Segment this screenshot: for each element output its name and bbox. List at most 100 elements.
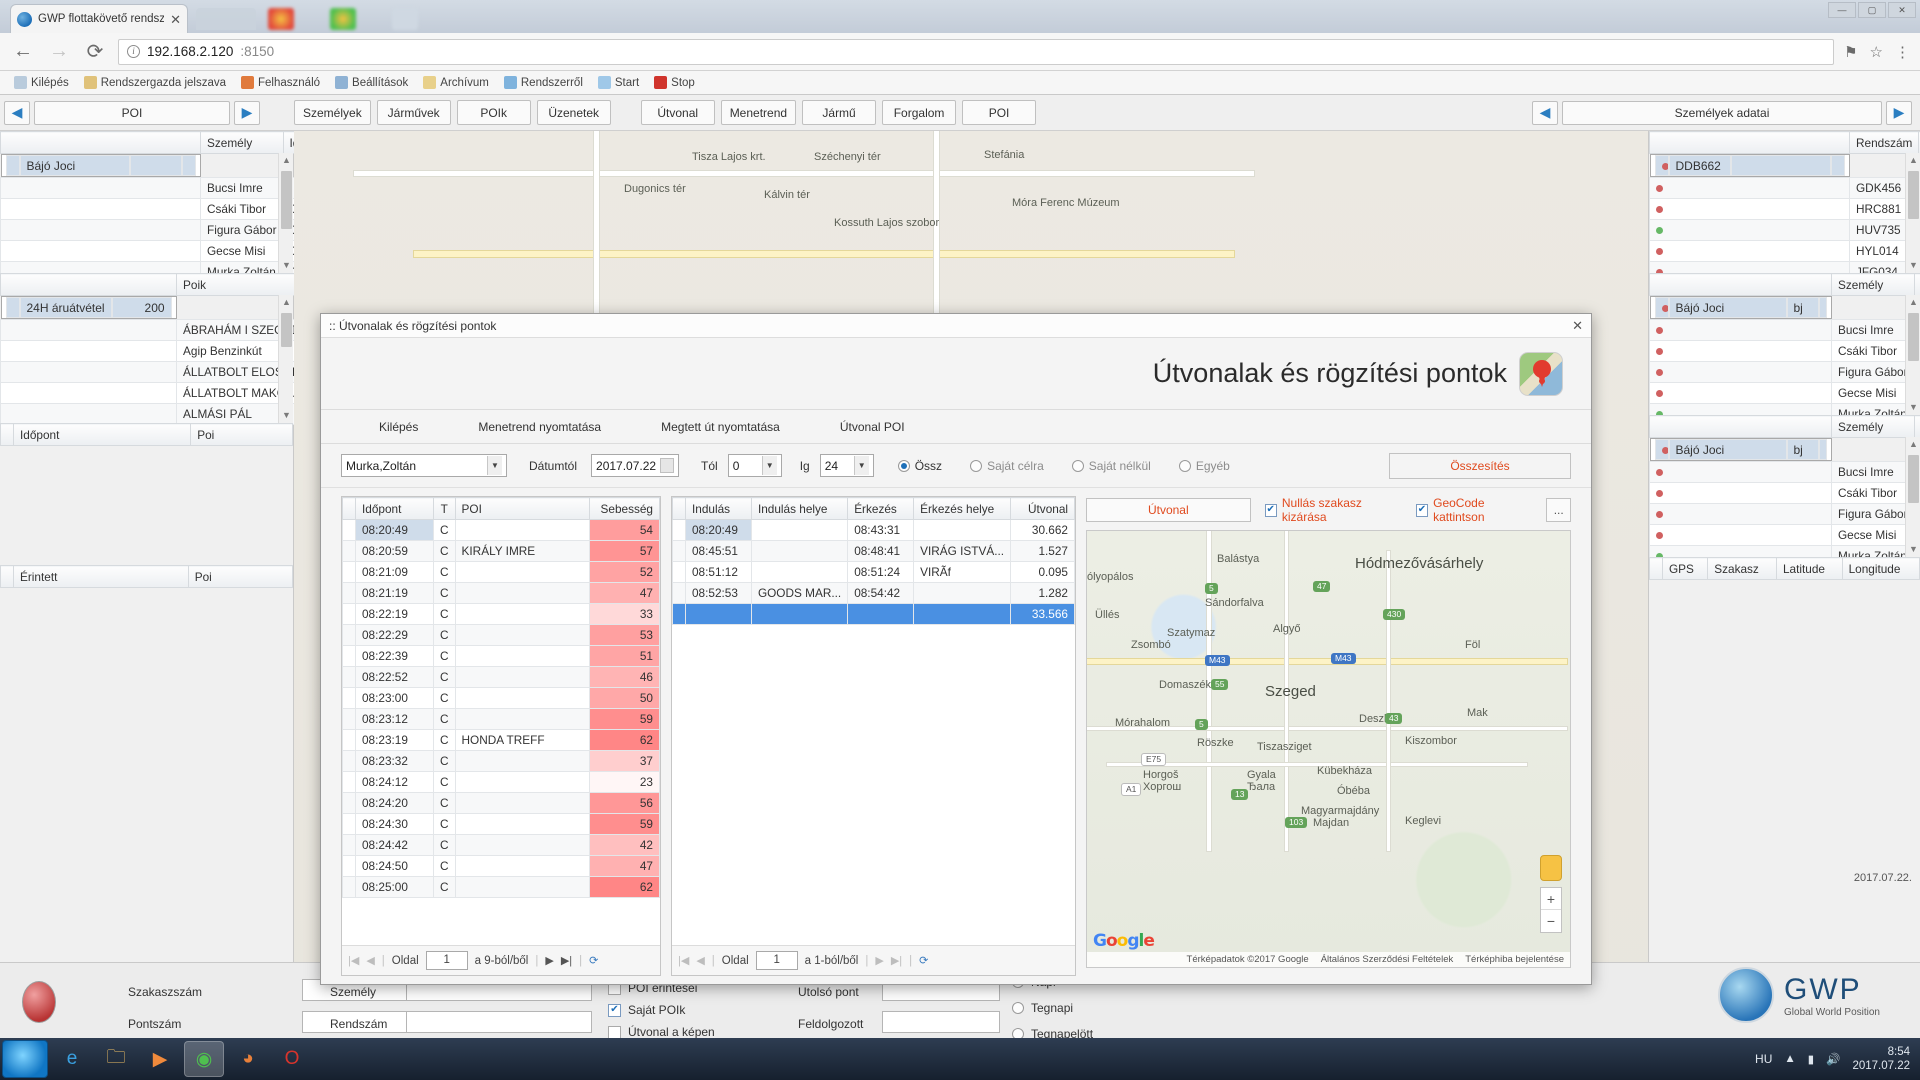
last-page-icon[interactable]: ▶| bbox=[891, 954, 902, 967]
column-header-id-pont[interactable]: Időpont bbox=[355, 497, 434, 520]
table-row[interactable]: 08:52:53 GOODS MAR... 08:54:42 1.282 bbox=[672, 582, 1075, 604]
persons-top-scrollbar[interactable]: ▲ ▼ bbox=[1905, 295, 1920, 415]
scroll-down-icon[interactable]: ▼ bbox=[279, 408, 294, 423]
checkbox-icon[interactable]: ✔ bbox=[1415, 503, 1429, 517]
radio-icon[interactable] bbox=[897, 459, 910, 472]
bookmark-5[interactable]: Rendszerről bbox=[498, 74, 589, 91]
column-header-sebess-g[interactable]: Sebesség bbox=[589, 497, 660, 520]
toolbar-button-j-rm-[interactable]: Jármű bbox=[802, 100, 877, 125]
start-button[interactable] bbox=[2, 1040, 48, 1078]
page-input[interactable]: 1 bbox=[425, 951, 468, 970]
table-row[interactable]: 08:21:09 C 52 bbox=[342, 561, 660, 583]
taskbar-media-player-icon[interactable]: ▶ bbox=[140, 1041, 180, 1077]
scroll-up-icon[interactable]: ▲ bbox=[1906, 153, 1920, 168]
column-header-gps[interactable]: GPS bbox=[1661, 557, 1709, 580]
more-options-button[interactable]: ... bbox=[1546, 498, 1571, 522]
first-page-icon[interactable]: |◀ bbox=[348, 954, 359, 967]
taskbar-chrome-icon[interactable]: ◉ bbox=[184, 1041, 224, 1077]
table-row[interactable]: HUV735PEUGEOT PART...Szatmári Zita bbox=[1649, 219, 1920, 241]
scroll-up-icon[interactable]: ▲ bbox=[1906, 295, 1920, 310]
route-map[interactable]: Balástya Hódmezővásárhely Sándorfalva Szaty… bbox=[1086, 530, 1571, 968]
right-panel-next-button[interactable]: ▶ bbox=[1886, 100, 1912, 125]
table-row[interactable]: 08:22:19 C 33 bbox=[342, 603, 660, 625]
vehicles-scrollbar[interactable]: ▲ ▼ bbox=[1905, 153, 1920, 273]
dialog-menu-item-0[interactable]: Kilépés bbox=[379, 420, 418, 434]
next-page-icon[interactable]: ▶ bbox=[545, 954, 553, 967]
scroll-thumb[interactable] bbox=[1908, 313, 1919, 361]
flag-icon[interactable]: ⚑ bbox=[1844, 43, 1857, 61]
table-row[interactable]: 08:20:49 08:43:31 30.662 bbox=[672, 519, 1075, 541]
column-header-k-d[interactable]: Kód bbox=[1913, 273, 1920, 296]
column-header-szem-ly[interactable]: Személy bbox=[200, 131, 284, 154]
toolbar-button-menetrend[interactable]: Menetrend bbox=[720, 100, 797, 125]
pois-scrollbar[interactable]: ▲ ▼ bbox=[278, 295, 293, 423]
route-map-zoom-controls[interactable]: + − bbox=[1540, 887, 1562, 933]
radio-icon[interactable] bbox=[1071, 459, 1084, 472]
bookmark-1[interactable]: Rendszergazda jelszava bbox=[78, 74, 232, 91]
table-row[interactable]: Gecse Misigm bbox=[1649, 524, 1920, 546]
scroll-down-icon[interactable]: ▼ bbox=[1906, 400, 1920, 415]
map-report-link[interactable]: Térképhiba bejelentése bbox=[1465, 954, 1564, 965]
window-close-button[interactable]: ✕ bbox=[1888, 2, 1916, 18]
table-row[interactable]: 08:23:12 C 59 bbox=[342, 708, 660, 730]
table-row[interactable]: Bájó Joci bbox=[0, 154, 201, 177]
scroll-up-icon[interactable]: ▲ bbox=[1906, 437, 1920, 452]
table-row[interactable]: 08:20:49 C 54 bbox=[342, 519, 660, 541]
checkbox-icon[interactable] bbox=[608, 1025, 621, 1039]
refresh-icon[interactable]: ⟳ bbox=[589, 954, 598, 967]
table-row[interactable]: Bájó Joci bj bbox=[1649, 296, 1832, 319]
points-pager[interactable]: |◀ ◀ | Oldal 1 a 9-ból/ből | ▶ ▶| | ⟳ bbox=[342, 945, 660, 975]
column-header-poi[interactable]: POI bbox=[454, 497, 591, 520]
toolbar-prev-button[interactable]: ◀ bbox=[4, 100, 30, 125]
checkbox-icon[interactable]: ✔ bbox=[1264, 503, 1277, 517]
toolbar-next-button[interactable]: ▶ bbox=[234, 100, 260, 125]
table-row[interactable]: Bájó Joci bj bbox=[1649, 438, 1832, 461]
filter-radio--ssz[interactable]: Össz bbox=[897, 459, 942, 473]
browser-menu-icon[interactable]: ⋮ bbox=[1895, 43, 1910, 61]
column-header--tvonal[interactable]: Útvonal bbox=[1010, 497, 1075, 520]
toolbar-button--zenetek[interactable]: Üzenetek bbox=[536, 100, 611, 125]
column-header-szakasz[interactable]: Szakasz bbox=[1707, 557, 1777, 580]
scroll-down-icon[interactable]: ▼ bbox=[279, 258, 294, 273]
column-header-szem-ly[interactable]: Személy bbox=[1831, 415, 1915, 438]
column-header--rintett[interactable]: Érintett bbox=[13, 565, 189, 588]
trips-table-wrap[interactable]: Indulás Indulás helye Érkezés Érkezés helye… bbox=[672, 497, 1075, 941]
column-header-rendsz-m[interactable]: Rendszám bbox=[1848, 131, 1920, 154]
events-table[interactable]: Időpont Poi bbox=[0, 423, 293, 446]
trips-pager[interactable]: |◀ ◀ | Oldal 1 a 1-ból/ből | ▶ ▶| | ⟳ bbox=[672, 945, 1075, 975]
column-header-poi[interactable]: Poi bbox=[190, 423, 293, 446]
persons-bottom-scrollbar[interactable]: ▲ ▼ bbox=[1905, 437, 1920, 557]
filter-radio-saj-t-c-lra[interactable]: Saját célra bbox=[970, 459, 1044, 473]
column-header--rkez-s[interactable]: Érkezés bbox=[847, 497, 915, 520]
persons-scrollbar[interactable]: ▲ ▼ bbox=[278, 153, 293, 273]
toolbar-button--tvonal[interactable]: Útvonal bbox=[640, 100, 715, 125]
table-row[interactable]: 08:45:51 08:48:41 VIRÁG ISTVÁ... 1.527 bbox=[672, 540, 1075, 562]
persons-color-table-top[interactable]: SzemélyKódSzínBájó JocibjBucsi ImrebiOla… bbox=[1649, 273, 1920, 425]
rendszam-input[interactable] bbox=[406, 1011, 592, 1033]
taskbar-folder-icon[interactable]: 🗀 bbox=[96, 1041, 136, 1077]
zoom-out-button[interactable]: − bbox=[1541, 910, 1561, 932]
maximize-button[interactable]: ▢ bbox=[1858, 2, 1886, 18]
info-icon[interactable]: i bbox=[127, 45, 140, 58]
back-icon[interactable]: ← bbox=[10, 40, 36, 63]
show-hidden-icons-icon[interactable]: ▲ bbox=[1784, 1053, 1795, 1065]
table-row[interactable]: Gecse Misigm bbox=[1649, 382, 1920, 404]
toolbar-button-poik[interactable]: POIk bbox=[456, 100, 531, 125]
bottom-checkbox--tvonal-a-k-pen[interactable]: Útvonal a képen bbox=[608, 1025, 715, 1039]
next-page-icon[interactable]: ▶ bbox=[875, 954, 883, 967]
gps-table[interactable]: GPS Szakasz Latitude Longitude bbox=[1649, 557, 1920, 580]
persons-color-table-bottom[interactable]: SzemélyKódSzínBájó JocibjBucsi ImrebiOla… bbox=[1649, 415, 1920, 567]
table-row[interactable]: DDB662 bbox=[1649, 154, 1850, 177]
chevron-down-icon[interactable]: ▼ bbox=[853, 456, 869, 475]
bookmark-0[interactable]: Kilépés bbox=[8, 74, 75, 91]
bookmark-4[interactable]: Archívum bbox=[417, 74, 495, 91]
bookmark-7[interactable]: Stop bbox=[648, 74, 701, 91]
table-row[interactable]: 08:51:12 08:51:24 VIRÃf 0.095 bbox=[672, 561, 1075, 583]
table-row[interactable]: 08:22:52 C 46 bbox=[342, 666, 660, 688]
prev-page-icon[interactable]: ◀ bbox=[696, 954, 704, 967]
taskbar-ie-icon[interactable]: e bbox=[52, 1041, 92, 1077]
null-section-checkbox[interactable]: ✔ Nullás szakasz kizárása bbox=[1264, 496, 1402, 524]
table-row[interactable]: GDK456CITROEN BERLI... bbox=[1649, 177, 1920, 199]
page-input[interactable]: 1 bbox=[755, 951, 798, 970]
bookmark-3[interactable]: Beállítások bbox=[329, 74, 414, 91]
